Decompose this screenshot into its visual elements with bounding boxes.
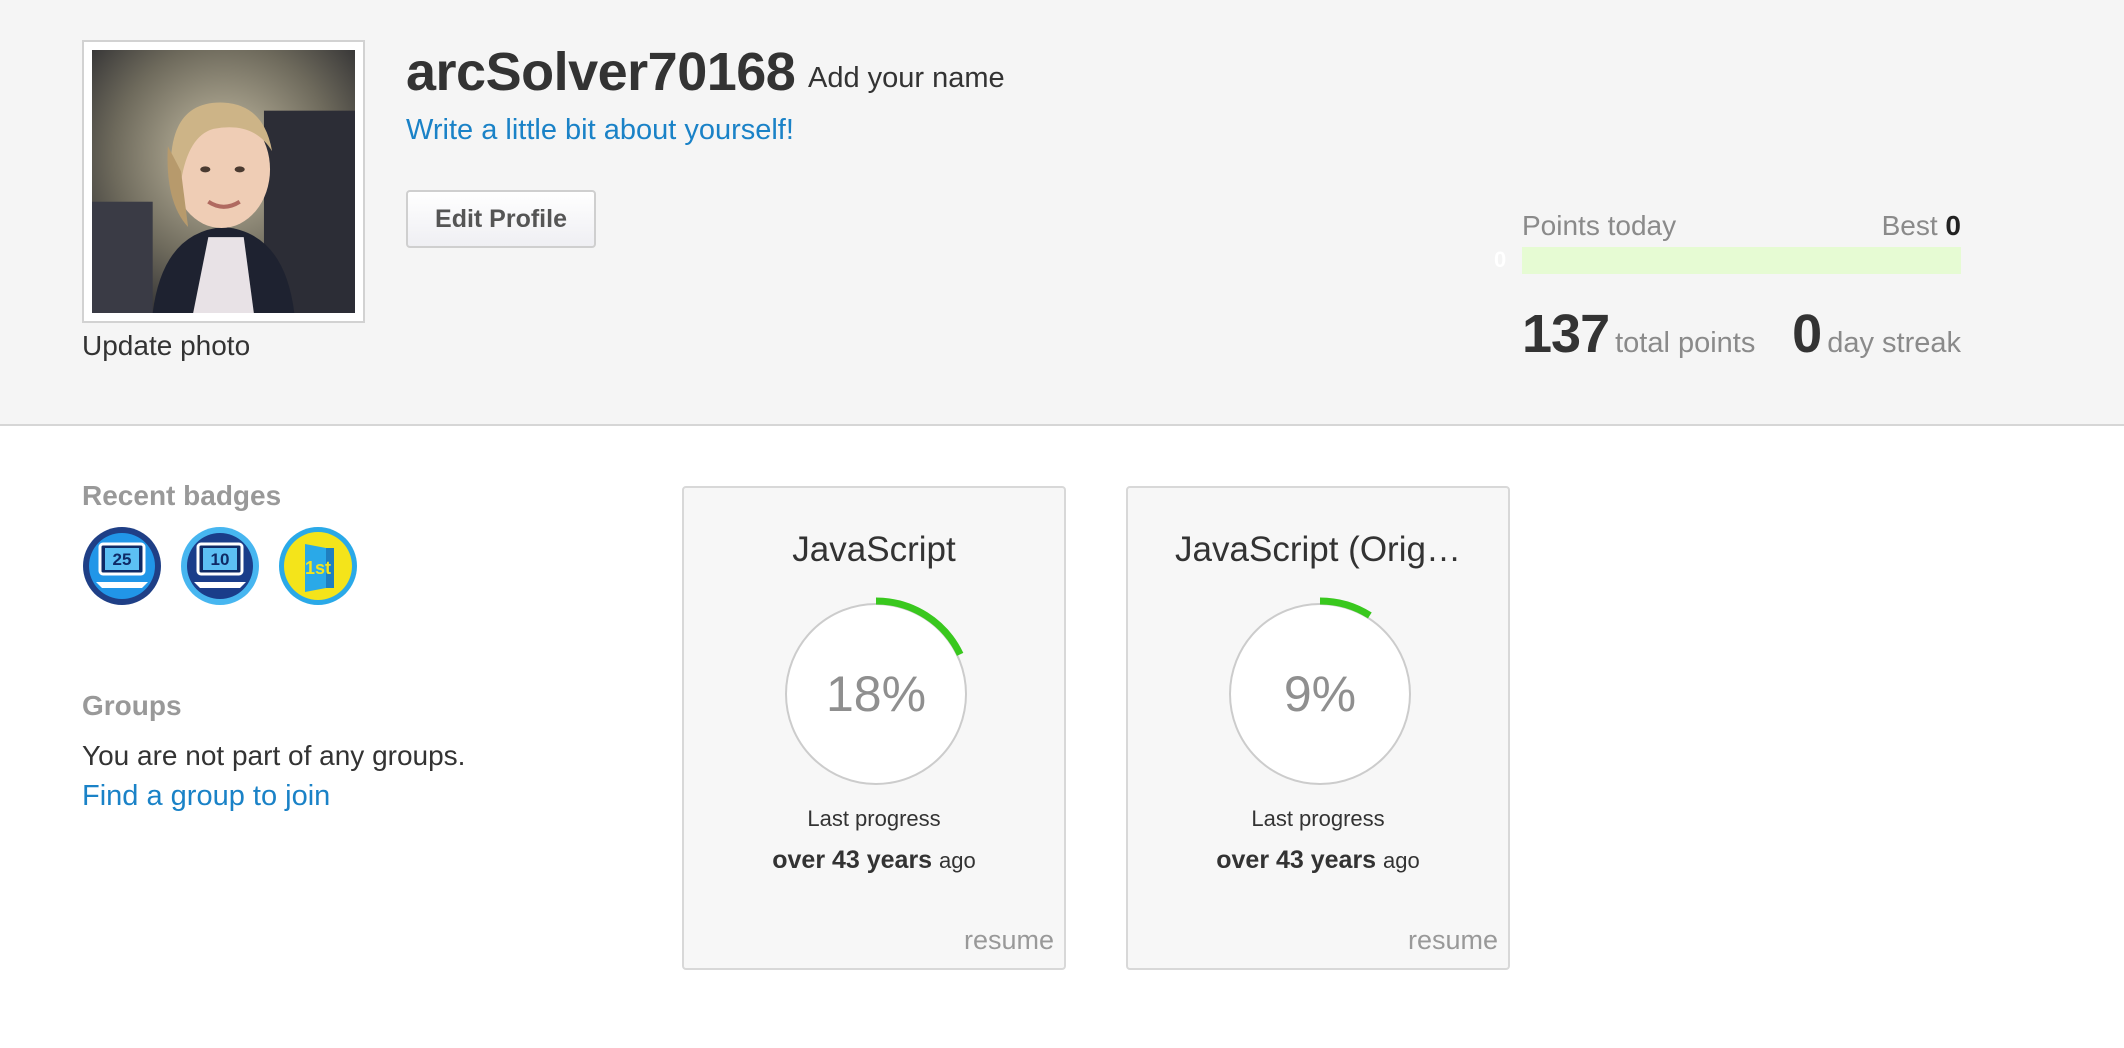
- course-card-javascript-original[interactable]: JavaScript (Orig… 9% Last progress over …: [1126, 486, 1510, 970]
- recent-badges-list: 25 10 1st: [82, 526, 358, 606]
- points-today-label: Points today: [1522, 210, 1677, 241]
- last-progress-value: over 43 years ago: [684, 846, 1064, 875]
- points-today-progress-bar: [1522, 247, 1961, 274]
- last-progress-label: Last progress: [807, 806, 941, 831]
- course-title: JavaScript: [792, 530, 956, 569]
- computer-badge-icon[interactable]: 25: [82, 526, 162, 606]
- last-progress-suffix: ago: [939, 848, 976, 873]
- last-progress-label: Last progress: [1251, 806, 1385, 831]
- recent-badges-title: Recent badges: [82, 480, 282, 511]
- about-yourself-link[interactable]: Write a little bit about yourself!: [406, 114, 794, 147]
- username: arcSolver70168: [406, 42, 796, 102]
- day-streak-stat: 0 day streak: [1792, 303, 1961, 365]
- avatar-photo: [92, 50, 355, 313]
- groups-title: Groups: [82, 690, 182, 721]
- find-group-link[interactable]: Find a group to join: [82, 780, 330, 813]
- computer-badge-icon[interactable]: 10: [180, 526, 260, 606]
- best-score: Best 0: [1882, 210, 1961, 242]
- avatar[interactable]: [82, 40, 365, 323]
- total-points-label: total points: [1615, 327, 1756, 359]
- day-streak-label: day streak: [1827, 327, 1961, 359]
- badge-label: 25: [113, 550, 132, 569]
- no-groups-text: You are not part of any groups.: [82, 740, 466, 771]
- course-title: JavaScript (Orig…: [1175, 530, 1461, 569]
- door-badge-icon[interactable]: 1st: [278, 526, 358, 606]
- course-card-javascript[interactable]: JavaScript 18% Last progress over 43 yea…: [682, 486, 1066, 970]
- update-photo-link[interactable]: Update photo: [82, 330, 250, 362]
- badge-label: 1st: [305, 558, 331, 578]
- resume-link[interactable]: resume: [964, 925, 1054, 956]
- edit-profile-button[interactable]: Edit Profile: [406, 190, 596, 248]
- progress-percent: 18%: [825, 666, 927, 722]
- badge-label: 10: [211, 550, 230, 569]
- progress-percent: 9%: [1283, 666, 1357, 722]
- day-streak-value: 0: [1792, 304, 1822, 364]
- total-points-value: 137: [1522, 304, 1610, 364]
- points-today-value: 0: [1494, 247, 1507, 272]
- last-progress-suffix: ago: [1383, 848, 1420, 873]
- best-label: Best: [1881, 210, 1938, 241]
- add-name-link[interactable]: Add your name: [808, 62, 1005, 95]
- last-progress-value: over 43 years ago: [1128, 846, 1508, 875]
- last-progress-time: over 43 years: [1216, 846, 1377, 874]
- last-progress-time: over 43 years: [772, 846, 933, 874]
- profile-header: Update photo arcSolver70168 Add your nam…: [0, 0, 2124, 426]
- resume-link[interactable]: resume: [1408, 925, 1498, 956]
- total-points-stat: 137 total points: [1522, 303, 1755, 365]
- best-value: 0: [1945, 210, 1961, 241]
